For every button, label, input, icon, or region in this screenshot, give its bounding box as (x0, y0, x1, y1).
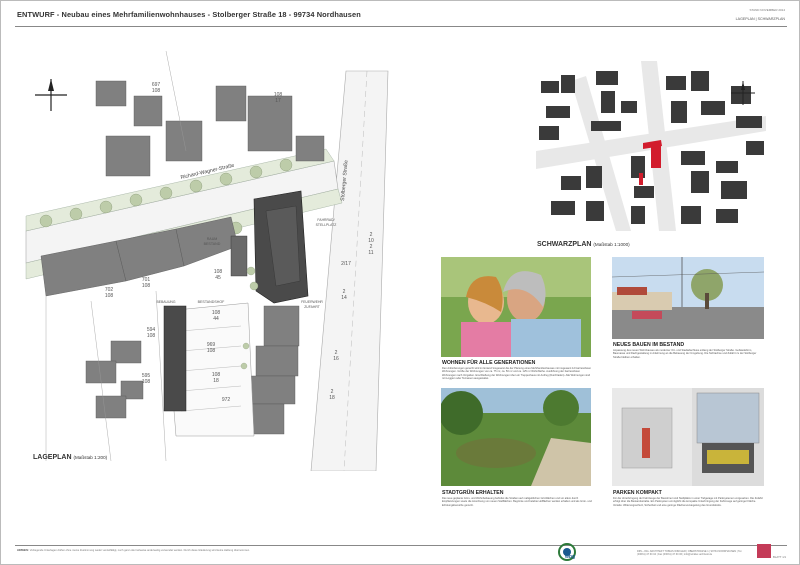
title-bar: ENTWURF - Neubau eines Mehrfamilienwohnh… (15, 7, 787, 27)
svg-text:FEUERWEHR: FEUERWEHR (301, 300, 323, 304)
svg-text:BESTANDSHOF: BESTANDSHOF (198, 300, 225, 304)
svg-text:STELLPLATZ: STELLPLATZ (316, 223, 337, 227)
lageplan-scale: (Maßstab 1:200) (73, 455, 108, 460)
plan-sheet: ENTWURF - Neubau eines Mehrfamilienwohnh… (0, 0, 800, 565)
site-plan-drawing: 697108 10817 10845 701108 702108 594108 … (16, 41, 426, 471)
svg-text:108: 108 (142, 379, 151, 385)
panel-3-title: STADTGRÜN ERHALTEN (442, 490, 504, 496)
panel-4-title: PARKEN KOMPAKT (613, 490, 662, 496)
panel-1-text: Den Anforderungen gerecht wird im Entwur… (442, 367, 592, 380)
footer: HINWEIS: Vorliegende Unterlagen dürfen o… (15, 543, 787, 563)
footer-address: DIPL.-ING. ARCHITEKT TOBIAS WINKLER | OB… (637, 550, 742, 557)
wbg-logo-text: wbg (565, 554, 575, 560)
svg-text:BEBAUUNG: BEBAUUNG (156, 300, 175, 304)
panel-4-text: Für die Unterbringung der Fahrzeuge der … (613, 497, 763, 507)
svg-text:108: 108 (105, 293, 114, 299)
svg-text:18: 18 (213, 378, 219, 384)
svg-text:108: 108 (207, 348, 216, 354)
svg-text:BESTAND: BESTAND (204, 242, 221, 246)
panel-3-text: Die neue geplante Grün- und Wohnbebauung… (442, 497, 592, 507)
panel-2-text: Anpassung des neuen Wohnhauses als moder… (613, 349, 757, 359)
stamp-icon (757, 544, 771, 558)
svg-text:45: 45 (215, 275, 221, 281)
lageplan-title: LAGEPLAN (Maßstab 1:200) (33, 454, 107, 461)
svg-text:18: 18 (329, 395, 335, 401)
notes-title: HINWEIS: (17, 549, 29, 552)
sheet-subtitle: LAGEPLAN | SCHWARZPLAN (735, 17, 785, 21)
schwarzplan-title: SCHWARZPLAN (Maßstab 1:1000) (537, 241, 630, 248)
schwarzplan-title-text: SCHWARZPLAN (537, 241, 592, 248)
svg-text:108: 108 (152, 88, 161, 94)
svg-text:2/17: 2/17 (341, 261, 351, 267)
photo-generations (441, 257, 591, 357)
svg-text:11: 11 (368, 250, 373, 256)
photo-street (612, 257, 764, 339)
svg-text:108: 108 (147, 333, 156, 339)
svg-text:108: 108 (142, 283, 151, 289)
sheet-title: ENTWURF - Neubau eines Mehrfamilienwohnh… (17, 10, 361, 19)
notes-text: Vorliegende Unterlagen dürfen ohne meine… (29, 549, 250, 552)
photo-garage (612, 388, 764, 486)
sheet-date: STAND NOVEMBER 2014 (749, 8, 785, 12)
footer-notes: HINWEIS: Vorliegende Unterlagen dürfen o… (17, 549, 317, 552)
panel-1-title: WOHNEN FÜR ALLE GENERATIONEN (442, 360, 536, 366)
figure-ground-plan (531, 61, 771, 231)
svg-text:FAHRRAD/: FAHRRAD/ (317, 218, 334, 222)
schwarzplan-scale: (Maßstab 1:1000) (593, 242, 630, 247)
svg-text:14: 14 (341, 295, 347, 301)
svg-text:ZUFAHRT: ZUFAHRT (304, 305, 320, 309)
lageplan-title-text: LAGEPLAN (33, 454, 72, 461)
svg-text:972: 972 (222, 397, 231, 403)
page-number: BLATT 1/1 (773, 555, 787, 559)
panel-2-title: NEUES BAUEN IM BESTAND (613, 342, 685, 348)
svg-text:16: 16 (333, 356, 339, 362)
svg-text:17: 17 (275, 98, 281, 104)
photo-park (441, 388, 591, 486)
svg-text:RAUM: RAUM (207, 237, 218, 241)
svg-text:44: 44 (213, 316, 219, 322)
